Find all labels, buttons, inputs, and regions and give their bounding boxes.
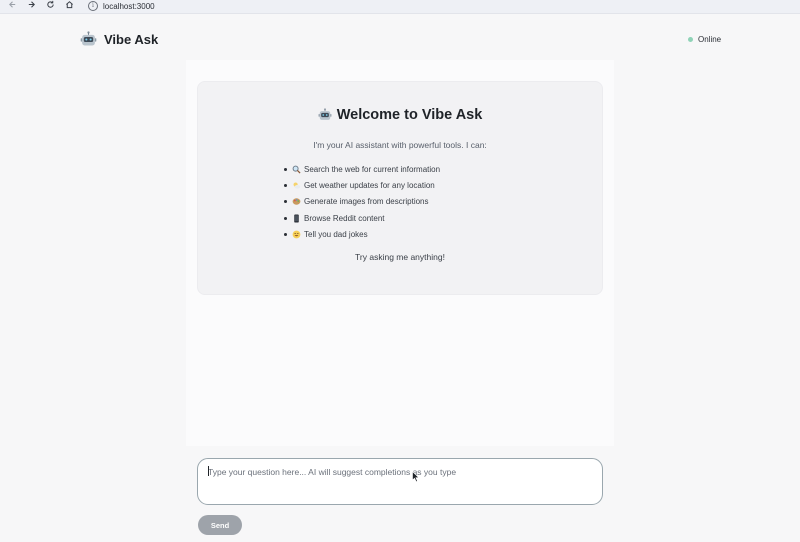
status-dot-icon bbox=[688, 37, 693, 42]
reload-icon[interactable] bbox=[43, 0, 57, 13]
connection-status: Online bbox=[688, 35, 721, 44]
app-title: Vibe Ask bbox=[104, 32, 159, 47]
list-item: Browse Reddit content bbox=[284, 210, 440, 226]
bullet bbox=[284, 167, 287, 171]
welcome-subtitle: I'm your AI assistant with powerful tool… bbox=[313, 140, 487, 150]
robot-icon bbox=[80, 31, 97, 46]
mouse-cursor-icon bbox=[412, 471, 420, 483]
forward-arrow-icon[interactable] bbox=[24, 0, 38, 13]
send-button[interactable]: Send bbox=[198, 515, 242, 535]
robot-icon bbox=[318, 108, 332, 120]
capability-list: Search the web for current information G… bbox=[284, 161, 440, 242]
capability-label: Tell you dad jokes bbox=[304, 229, 368, 239]
capability-label: Get weather updates for any location bbox=[304, 180, 435, 190]
capability-label: Search the web for current information bbox=[304, 164, 441, 174]
text-caret bbox=[208, 466, 209, 476]
browser-toolbar: i localhost:3000 bbox=[0, 0, 800, 14]
app-header: Vibe Ask Online bbox=[0, 14, 800, 66]
address-bar[interactable]: i localhost:3000 bbox=[84, 0, 790, 12]
welcome-title: Welcome to Vibe Ask bbox=[336, 107, 483, 123]
weather-icon bbox=[293, 182, 301, 189]
brand: Vibe Ask bbox=[80, 31, 158, 48]
palette-icon bbox=[292, 198, 301, 205]
capability-label: Generate images from descriptions bbox=[304, 197, 429, 207]
list-item: Get weather updates for any location bbox=[284, 177, 440, 193]
question-input[interactable] bbox=[197, 458, 603, 505]
info-icon[interactable]: i bbox=[88, 1, 98, 11]
bullet bbox=[284, 232, 287, 236]
back-arrow-icon[interactable] bbox=[5, 0, 19, 13]
bullet bbox=[284, 183, 287, 187]
list-item: Generate images from descriptions bbox=[284, 194, 440, 210]
magnifying-glass-icon bbox=[292, 165, 301, 174]
welcome-card: Welcome to Vibe Ask I'm your AI assistan… bbox=[197, 81, 603, 295]
status-label: Online bbox=[698, 35, 722, 44]
list-item: Search the web for current information bbox=[284, 161, 440, 177]
bullet bbox=[284, 200, 287, 204]
home-icon[interactable] bbox=[62, 0, 76, 13]
phone-icon bbox=[294, 213, 299, 223]
bullet bbox=[284, 216, 287, 220]
welcome-heading: Welcome to Vibe Ask bbox=[198, 107, 602, 123]
capability-label: Browse Reddit content bbox=[304, 213, 385, 223]
welcome-footer: Try asking me anything! bbox=[355, 252, 445, 262]
list-item: Tell you dad jokes bbox=[284, 226, 440, 242]
url-text: localhost:3000 bbox=[103, 1, 155, 11]
laughing-face-icon bbox=[292, 230, 301, 239]
